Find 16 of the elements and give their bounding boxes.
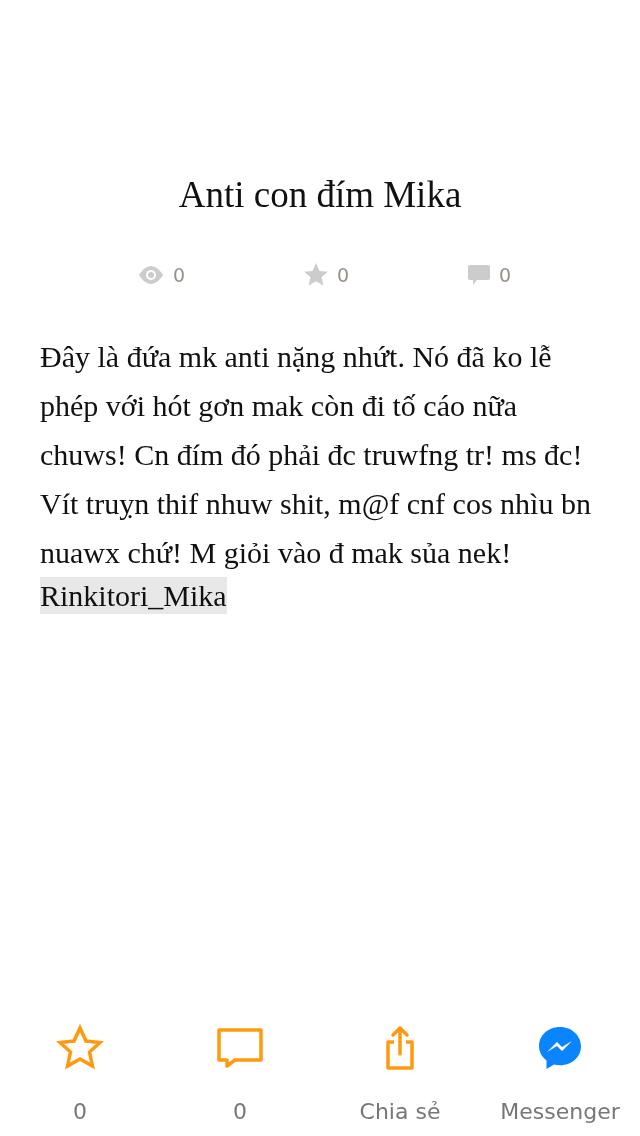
star-icon xyxy=(302,262,329,288)
action-label[interactable]: 0 xyxy=(73,1099,87,1124)
messenger-icon[interactable] xyxy=(537,1025,583,1071)
action-label[interactable]: Chia sẻ xyxy=(359,1099,441,1124)
action-label[interactable]: 0 xyxy=(233,1099,247,1124)
story-title: Anti con đím Mika xyxy=(177,173,463,217)
stat-count: 0 xyxy=(172,264,186,286)
eye-icon xyxy=(136,265,165,285)
stat-count: 0 xyxy=(336,264,350,286)
stat-count: 0 xyxy=(498,264,512,286)
comment-icon xyxy=(466,264,491,286)
story-text: Đây là đứa mk anti nặng nhứt. Nó đã ko lễ phép với hót gơn mak còn đi tố cáo nữa chuws! Cn đím đó phải đc truwfng tr! ms đc! Vít truỵn thif nhuw shit, m@f cnf cos nhìu bn nuawx chứ! M giỏi vào đ mak sủa nek! xyxy=(40,339,592,571)
star-icon[interactable] xyxy=(56,1024,104,1072)
mention-tag[interactable]: Rinkitori_Mika xyxy=(40,577,227,614)
comment-icon[interactable] xyxy=(215,1026,265,1070)
action-label[interactable]: Messenger xyxy=(500,1099,620,1124)
